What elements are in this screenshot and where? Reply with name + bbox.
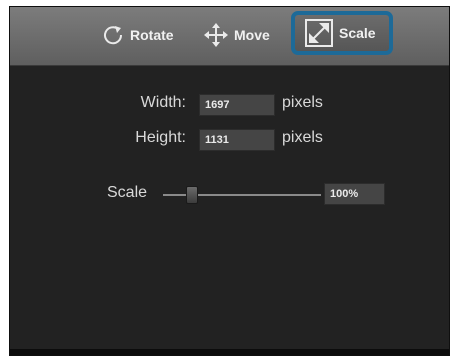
scale-tool-button[interactable]: Scale xyxy=(291,11,393,55)
scale-slider-thumb[interactable] xyxy=(186,186,198,204)
rotate-tool-button[interactable]: Rotate xyxy=(102,15,174,55)
scale-input[interactable]: 100% xyxy=(324,183,385,205)
rotate-icon xyxy=(102,24,124,46)
height-row: Height: 1131 pixels xyxy=(10,129,449,151)
scale-label: Scale xyxy=(339,25,376,41)
height-label: Height: xyxy=(135,129,186,146)
panel-bottom-edge xyxy=(10,349,449,355)
width-row: Width: 1697 pixels xyxy=(10,94,449,116)
width-label: Width: xyxy=(140,94,186,111)
scale-row-label: Scale xyxy=(107,184,147,202)
height-unit: pixels xyxy=(282,129,323,146)
move-label: Move xyxy=(234,27,270,43)
scale-icon xyxy=(305,19,333,47)
height-input[interactable]: 1131 xyxy=(199,129,275,151)
toolbar: Rotate Move Scale xyxy=(10,7,449,66)
move-tool-button[interactable]: Move xyxy=(204,15,270,55)
rotate-label: Rotate xyxy=(130,27,174,43)
width-unit: pixels xyxy=(282,94,323,111)
width-input[interactable]: 1697 xyxy=(199,94,275,116)
move-icon xyxy=(204,23,228,47)
transform-panel: Rotate Move Scale Width: 1697 pixels Hei… xyxy=(9,6,450,356)
scale-slider-label: Scale xyxy=(107,184,148,201)
